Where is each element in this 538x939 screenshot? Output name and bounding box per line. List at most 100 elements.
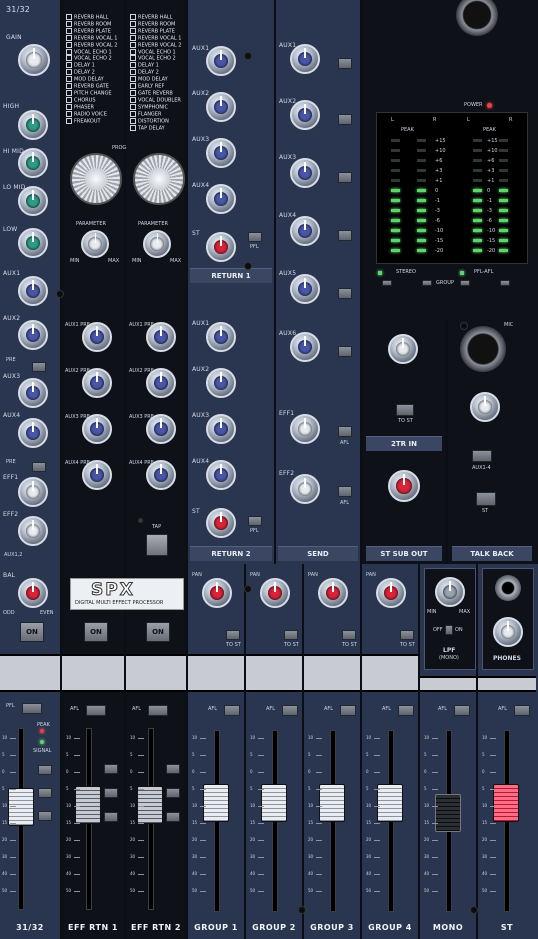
meter-select-1[interactable] [382,280,392,286]
aux2-knob[interactable] [18,320,48,350]
channel-group-assign-3[interactable] [38,811,52,821]
send-aux6-knob[interactable] [290,332,320,362]
send-aux4-afl-button[interactable] [338,230,352,241]
send-aux4-knob[interactable] [290,216,320,246]
group-1-fader[interactable] [203,784,229,822]
eff-rtn-1-assign-2[interactable] [104,788,118,798]
lpf-knob[interactable] [435,577,465,607]
group-2-fader[interactable] [261,784,287,822]
send-aux1-afl-button[interactable] [338,58,352,69]
send-aux5-afl-button[interactable] [338,288,352,299]
parameter-knob-2[interactable] [143,230,171,258]
phones-jack[interactable] [495,575,521,601]
eff-rtn-2-afl-button[interactable] [148,705,168,716]
eff-rtn-1-on-button[interactable]: ON [84,622,108,642]
group-4-fader[interactable] [377,784,403,822]
talkback-aux14-button[interactable] [472,450,492,462]
rtn2-aux2-knob[interactable] [206,368,236,398]
program-selector-1[interactable] [70,153,122,205]
rtn1-st-knob[interactable] [206,232,236,262]
send-aux3-afl-button[interactable] [338,172,352,183]
group-1-afl-button[interactable] [224,705,240,716]
aux1-knob[interactable] [18,276,48,306]
group-2-to-st-button[interactable] [284,630,298,640]
meter-select-4[interactable] [500,280,510,286]
send-aux2-knob[interactable] [290,100,320,130]
eff-rtn-1-afl-button[interactable] [86,705,106,716]
parameter-knob-1[interactable] [81,230,109,258]
two-track-level-knob[interactable] [388,334,418,364]
group-2-afl-button[interactable] [282,705,298,716]
group-4-to-st-button[interactable] [400,630,414,640]
group-3-pan-knob[interactable] [318,578,348,608]
eq-high-knob[interactable] [18,110,48,140]
st-afl-button[interactable] [514,705,530,716]
send-eff1-afl-button[interactable] [338,426,352,437]
eff2-aux3-knob[interactable] [146,414,176,444]
st-sub-out-knob[interactable] [388,470,420,502]
send-eff1-knob[interactable] [290,414,320,444]
eff2-aux4-knob[interactable] [146,460,176,490]
meter-select-2[interactable] [422,280,432,286]
rtn1-aux1-knob[interactable] [206,46,236,76]
channel-fader[interactable] [8,788,34,826]
phones-level-knob[interactable] [493,617,523,647]
send-aux2-afl-button[interactable] [338,114,352,125]
eq-lomid-knob[interactable] [18,186,48,216]
eff1-aux4-knob[interactable] [82,460,112,490]
two-track-to-st-button[interactable] [396,404,414,416]
eq-low-knob[interactable] [18,228,48,258]
lamp-connector[interactable] [456,0,498,36]
channel-pfl-button[interactable] [22,703,42,714]
channel-group-assign-2[interactable] [38,788,52,798]
rtn1-aux4-knob[interactable] [206,184,236,214]
rtn1-pfl-button[interactable] [248,232,262,242]
mono-afl-button[interactable] [454,705,470,716]
bal-knob[interactable] [18,578,48,608]
rtn2-aux3-knob[interactable] [206,414,236,444]
eff1-aux2-knob[interactable] [82,368,112,398]
tap-button[interactable] [146,534,168,556]
send-eff2-afl-button[interactable] [338,486,352,497]
group-4-afl-button[interactable] [398,705,414,716]
meter-select-3[interactable] [460,280,470,286]
eff-rtn-2-on-button[interactable]: ON [146,622,170,642]
eff1-aux1-knob[interactable] [82,322,112,352]
send-aux6-afl-button[interactable] [338,346,352,357]
aux34-pre-button[interactable] [32,462,46,472]
send-eff2-knob[interactable] [290,474,320,504]
rtn1-aux3-knob[interactable] [206,138,236,168]
group-3-afl-button[interactable] [340,705,356,716]
eff-rtn-2-assign-3[interactable] [166,812,180,822]
lpf-switch[interactable] [445,625,453,635]
eff2-aux2-knob[interactable] [146,368,176,398]
eff-rtn-2-fader[interactable] [137,786,163,824]
talkback-mic-input[interactable] [460,326,506,372]
send-aux1-knob[interactable] [290,44,320,74]
st-master-fader[interactable] [493,784,519,822]
eff-rtn-2-assign-2[interactable] [166,788,180,798]
send-aux3-knob[interactable] [290,158,320,188]
group-1-to-st-button[interactable] [226,630,240,640]
group-3-fader[interactable] [319,784,345,822]
aux4-knob[interactable] [18,418,48,448]
eff-rtn-1-assign-3[interactable] [104,812,118,822]
eff2-knob[interactable] [18,516,48,546]
send-aux5-knob[interactable] [290,274,320,304]
rtn2-aux1-knob[interactable] [206,322,236,352]
rtn1-aux2-knob[interactable] [206,92,236,122]
rtn2-pfl-button[interactable] [248,516,262,526]
aux3-knob[interactable] [18,378,48,408]
channel-group-assign-1[interactable] [38,765,52,775]
eff2-aux1-knob[interactable] [146,322,176,352]
talkback-st-button[interactable] [476,492,496,506]
talkback-level-knob[interactable] [470,392,500,422]
eff-rtn-2-assign-1[interactable] [166,764,180,774]
program-selector-2[interactable] [133,153,185,205]
rtn2-aux4-knob[interactable] [206,460,236,490]
group-1-pan-knob[interactable] [202,578,232,608]
channel-on-button[interactable]: ON [20,622,44,642]
aux12-pre-button[interactable] [32,362,46,372]
gain-knob[interactable] [18,44,50,76]
eq-himid-knob[interactable] [18,148,48,178]
